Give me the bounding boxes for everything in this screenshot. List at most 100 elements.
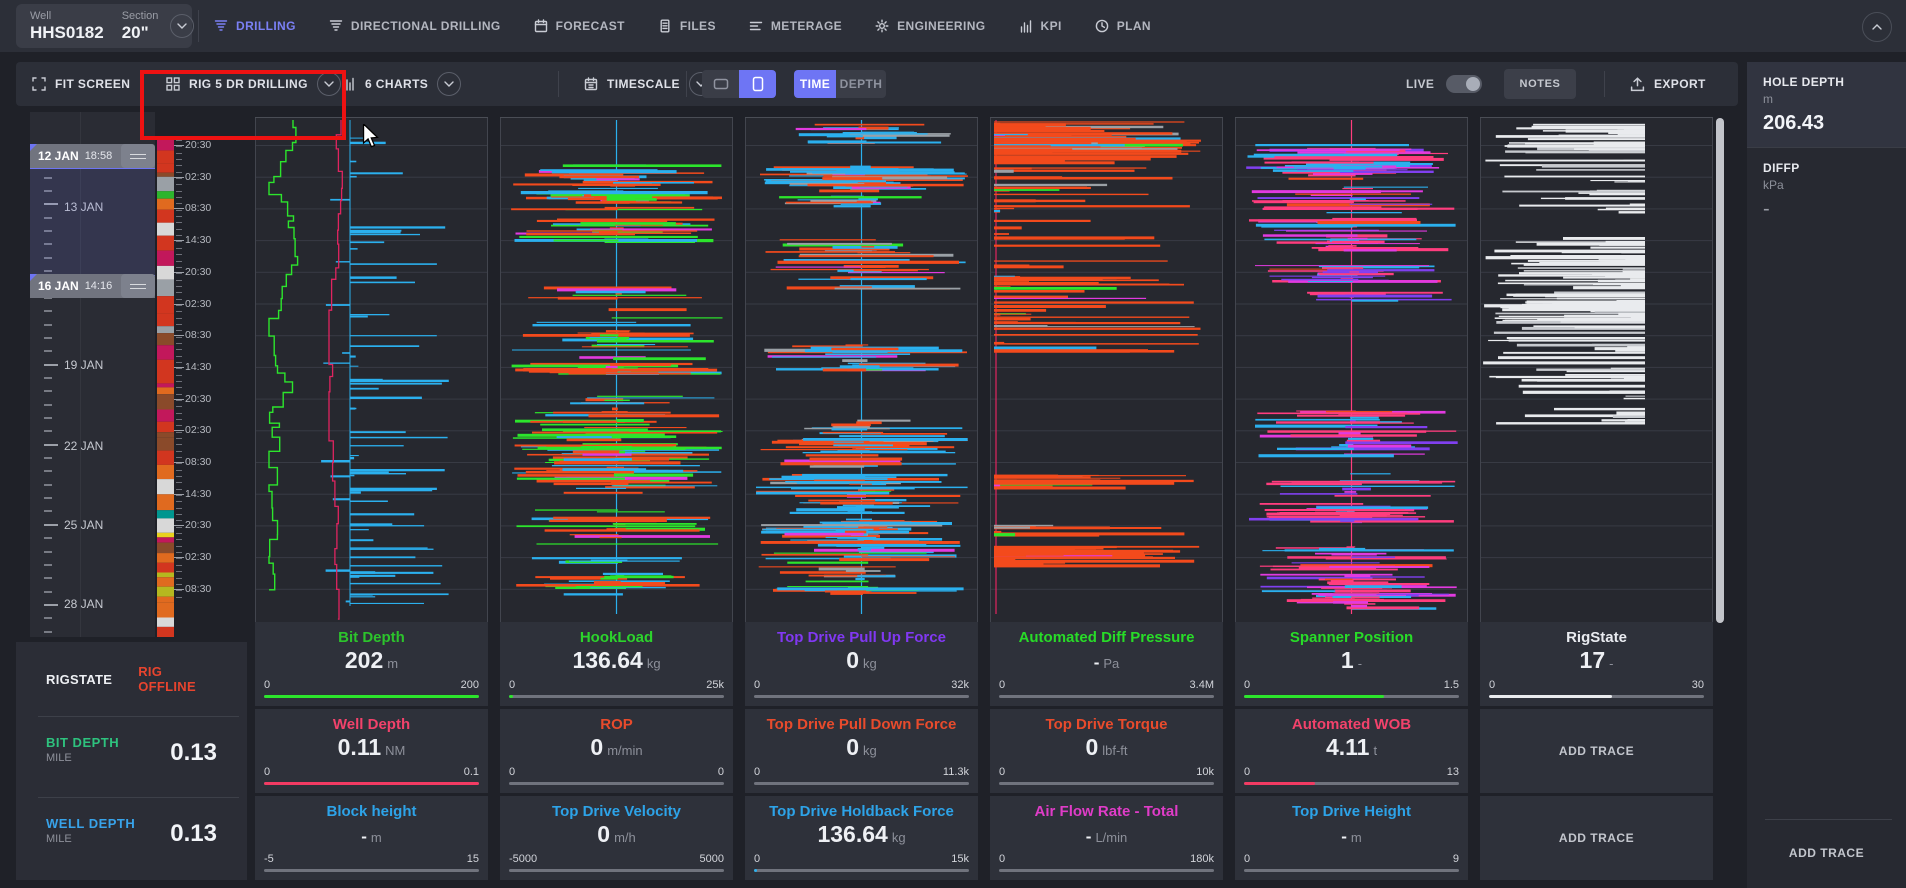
trace-panel-bit-depth[interactable]: Bit Depth202m0200: [255, 622, 488, 706]
toolbar-divider: [686, 71, 687, 97]
trace-panel-well-depth[interactable]: Well Depth0.11NM00.1: [255, 709, 488, 793]
trace-panel-block-height[interactable]: Block height-m-515: [255, 796, 488, 880]
drag-handle[interactable]: [121, 274, 155, 298]
time-axis-minor-tick: [176, 349, 182, 350]
chart-column-1[interactable]: [255, 112, 488, 622]
chart-column-6[interactable]: [1480, 112, 1713, 622]
trace-range-fill: [754, 869, 757, 872]
time-axis-minor-tick: [176, 375, 182, 376]
trace-panel-rop[interactable]: ROP0m/min00: [500, 709, 733, 793]
time-axis-label: 14:30: [185, 234, 215, 246]
sidebar-add-trace-button[interactable]: ADD TRACE: [1747, 846, 1906, 860]
nav-tab-directional-drilling[interactable]: DIRECTIONAL DRILLING: [329, 19, 501, 33]
portrait-orientation-button[interactable]: [739, 70, 776, 98]
nav-tab-meterage[interactable]: METERAGE: [749, 19, 842, 33]
trace-panel-automated-wob[interactable]: Automated WOB4.11t013: [1235, 709, 1468, 793]
timeline-tick: [44, 497, 52, 499]
landscape-orientation-button[interactable]: [702, 70, 739, 98]
date-range-timeline[interactable]: 13 JAN19 JAN22 JAN25 JAN28 JAN12 JAN18:5…: [30, 112, 155, 637]
nav-tab-files[interactable]: FILES: [658, 19, 716, 33]
chart-column-4[interactable]: [990, 112, 1223, 622]
well-section-selector[interactable]: Well HHS0182 Section 20": [16, 4, 192, 48]
export-button[interactable]: EXPORT: [1630, 62, 1706, 106]
charts-count-select[interactable]: 6 CHARTS: [342, 62, 461, 106]
trace-unit: L/min: [1095, 830, 1127, 845]
trace-panel-automated-diff-pressure[interactable]: Automated Diff Pressure-Pa03.4M: [990, 622, 1223, 706]
trace-panel-top-drive-velocity[interactable]: Top Drive Velocity0m/h-50005000: [500, 796, 733, 880]
time-axis-label: 02:30: [185, 171, 215, 183]
trace-panel-top-drive-height[interactable]: Top Drive Height-m09: [1235, 796, 1468, 880]
timescale-select[interactable]: TIMESCALE: [584, 62, 713, 106]
time-axis-label: 20:30: [185, 266, 215, 278]
nav-tab-engineering[interactable]: ENGINEERING: [875, 19, 985, 33]
nav-tab-plan[interactable]: PLAN: [1095, 19, 1151, 33]
timeline-tick: [44, 510, 52, 512]
range-end-handle[interactable]: 16 JAN14:16: [30, 274, 155, 298]
live-control: LIVE: [1406, 62, 1482, 106]
depth-mode-button[interactable]: DEPTH: [836, 70, 886, 98]
time-mode-button[interactable]: TIME: [794, 70, 836, 98]
section-dropdown-button[interactable]: [170, 14, 194, 38]
trace-max-label: 15k: [951, 853, 969, 865]
trace-range-bar: [264, 869, 479, 872]
trace-panel-spanner-position[interactable]: Spanner Position1-01.5: [1235, 622, 1468, 706]
collapse-header-button[interactable]: [1862, 12, 1892, 42]
nav-tab-label: DIRECTIONAL DRILLING: [351, 19, 501, 33]
trace-panel-top-drive-pull-up-force[interactable]: Top Drive Pull Up Force0kg032k: [745, 622, 978, 706]
trace-panel-rigstate[interactable]: RigState17-030: [1480, 622, 1713, 706]
left-stats-panel: RIGSTATE RIG OFFLINE BIT DEPTH MILE 0.13…: [16, 642, 247, 880]
trace-panel-air-flow-rate-total[interactable]: Air Flow Rate - Total-L/min0180k: [990, 796, 1223, 880]
charts-dropdown-button[interactable]: [437, 72, 461, 96]
time-axis-minor-tick: [176, 241, 182, 242]
timeline-tick: [44, 484, 52, 486]
notes-button[interactable]: NOTES: [1504, 69, 1576, 99]
range-start-handle[interactable]: 12 JAN18:58: [30, 144, 155, 168]
add-trace-button[interactable]: ADD TRACE: [1480, 796, 1713, 880]
timeline-tick: [44, 324, 52, 326]
sidebar-divider: [1765, 819, 1892, 820]
trace-unit: kg: [647, 656, 661, 671]
chart-column-2[interactable]: [500, 112, 733, 622]
trace-unit: m: [371, 830, 382, 845]
fit-screen-button[interactable]: FIT SCREEN: [32, 62, 130, 106]
nav-tab-label: FORECAST: [556, 19, 625, 33]
time-axis-minor-tick: [176, 546, 182, 547]
trace-panel-hookload[interactable]: HookLoad136.64kg025k: [500, 622, 733, 706]
chevron-down-icon: [444, 81, 454, 87]
live-toggle-switch[interactable]: [1446, 75, 1482, 93]
chart-column-3[interactable]: [745, 112, 978, 622]
trace-title: Top Drive Pull Up Force: [745, 629, 978, 646]
trace-range-bar: [264, 695, 479, 698]
vertical-scrollbar[interactable]: [1716, 118, 1724, 623]
timeline-tick: [44, 551, 52, 553]
time-axis-minor-tick: [176, 146, 182, 147]
nav-tab-kpi[interactable]: KPI: [1019, 19, 1062, 33]
trace-panel-top-drive-pull-down-force[interactable]: Top Drive Pull Down Force0kg011.3k: [745, 709, 978, 793]
time-axis-label: 20:30: [185, 139, 215, 151]
rigstate-activity-strip[interactable]: [157, 138, 174, 637]
trace-panel-top-drive-holdback-force[interactable]: Top Drive Holdback Force136.64kg015k: [745, 796, 978, 880]
trace-max-label: 180k: [1190, 853, 1214, 865]
time-axis-minor-tick: [176, 280, 182, 281]
handle-line: [130, 284, 146, 285]
trace-value: 17-: [1480, 647, 1713, 674]
handle-line: [130, 158, 146, 159]
nav-tab-drilling[interactable]: DRILLING: [214, 19, 296, 33]
trace-value: 1-: [1235, 647, 1468, 674]
time-axis-minor-tick: [176, 463, 182, 464]
chart-column-5[interactable]: [1235, 112, 1468, 622]
time-axis-minor-tick: [176, 406, 182, 407]
nav-tab-forecast[interactable]: FORECAST: [534, 19, 625, 33]
selected-time-range[interactable]: [30, 168, 155, 276]
time-axis-minor-tick: [176, 457, 182, 458]
live-label: LIVE: [1406, 77, 1434, 91]
timescale-label: TIMESCALE: [607, 77, 680, 91]
timeline-tick: [44, 350, 52, 352]
add-trace-button[interactable]: ADD TRACE: [1480, 709, 1713, 793]
drag-handle[interactable]: [121, 144, 155, 168]
trace-max-label: 30: [1692, 679, 1704, 691]
trace-panel-top-drive-torque[interactable]: Top Drive Torque0lbf-ft010k: [990, 709, 1223, 793]
rigstate-label: RIGSTATE: [46, 672, 112, 687]
trace-value: -L/min: [990, 827, 1223, 847]
trace-range-bar: [754, 695, 969, 698]
